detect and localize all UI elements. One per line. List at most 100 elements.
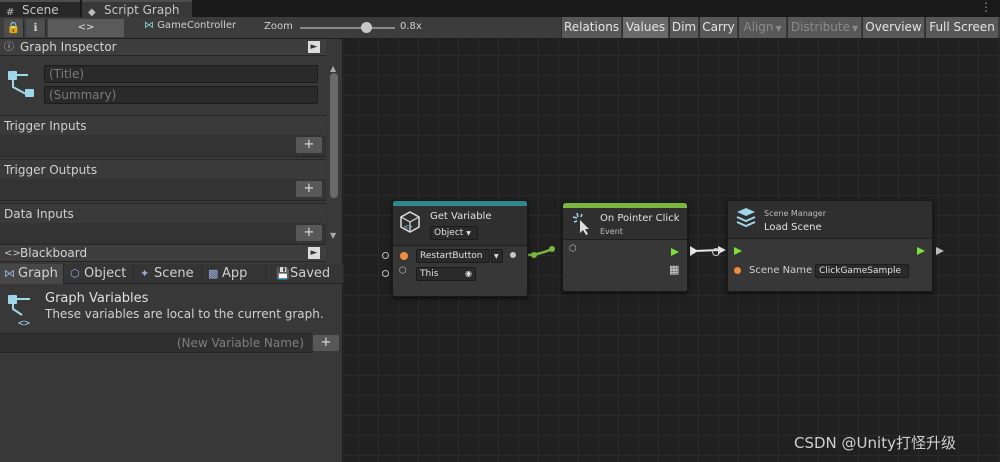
code-icon: <> [4,248,21,259]
control-input-port[interactable] [734,247,742,255]
blackboard-tabs: ⋈ Graph ⬡ Object ✦ Scene ▩ App 💾 Saved [0,264,343,284]
add-trigger-output-button[interactable]: + [296,181,322,197]
info-icon[interactable]: ℹ [26,19,46,37]
svg-text:<>: <> [404,223,412,231]
node-get-variable[interactable]: <> Get Variable Object ▼ RestartButton ▼… [392,200,528,297]
node-load-scene[interactable]: Scene Manager Load Scene Scene Name Clic… [727,200,933,292]
object-port-icon[interactable] [400,252,408,260]
inspector-scroll-thumb[interactable] [330,73,338,198]
connection-knot [549,246,555,252]
tab-scene[interactable]: ✦ Scene [136,264,202,284]
title-field[interactable]: (Title) [44,65,318,83]
tab-scene-label: Scene [22,3,59,17]
summary-field[interactable]: (Summary) [44,86,318,104]
node-title: Load Scene [764,222,822,233]
control-output-port[interactable] [936,247,944,255]
node-subtitle: Scene Manager [764,209,826,218]
graph-canvas[interactable]: <> Get Variable Object ▼ RestartButton ▼… [344,39,1000,462]
zoom-label: Zoom [264,21,293,32]
node-header: <> Get Variable Object ▼ [393,206,527,246]
object-name: GameController [157,20,237,31]
scene-icon: ✦ [140,267,150,280]
node-on-pointer-click[interactable]: On Pointer Click Event ⬡ ▦ [562,202,688,292]
target-field[interactable]: This ◉ [416,267,476,281]
node-title: Get Variable [430,211,492,222]
control-output-port[interactable] [917,247,925,255]
chevron-down-icon: ▼ [466,230,471,237]
variable-kind: Object [434,228,464,238]
scroll-down-icon[interactable]: ▼ [330,231,336,240]
full-screen-button[interactable]: Full Screen [925,17,998,38]
node-subtitle: Event [600,227,623,236]
align-dropdown[interactable]: Align ▼ [738,17,786,38]
code-icon[interactable]: <> [48,19,124,37]
tab-scene-label: Scene [154,266,194,281]
more-options-icon[interactable]: ⋮ [980,0,992,14]
new-variable-input[interactable]: (New Variable Name) [0,333,312,353]
app-icon: ▩ [208,267,219,280]
cube-icon: ⬡ [399,266,407,276]
tab-graph[interactable]: ⋈ Graph [0,264,64,284]
values-button[interactable]: Values [622,17,668,38]
value-output-port[interactable] [510,252,516,258]
overview-button[interactable]: Overview [862,17,924,38]
connection-knot [531,252,537,258]
scene-name-label: Scene Name [749,265,813,276]
tab-saved[interactable]: 💾 Saved [272,264,342,284]
dock-icon[interactable]: ► [308,247,320,259]
data-inputs-body: + [0,223,326,245]
variable-name-field[interactable]: RestartButton [416,249,490,263]
target-input-port[interactable] [382,270,389,277]
watermark: CSDN @Unity打怪升级 [794,434,956,452]
tab-app[interactable]: ▩ App [204,264,266,284]
chevron-down-icon: ▼ [775,24,782,33]
trigger-outputs-body: + [0,179,326,201]
pointer-click-icon [572,212,589,235]
graph-variables-title: Graph Variables [45,291,149,306]
zoom-slider-track[interactable] [300,27,395,29]
cube-icon: ⬡ [70,267,80,280]
dim-button[interactable]: Dim [669,17,698,38]
scroll-up-icon[interactable]: ▲ [330,64,336,73]
add-data-input-button[interactable]: + [296,225,322,241]
graph-toolbar: 🔒 ℹ <> ⋈ GameController Zoom 0.8x Relati… [0,17,1000,39]
control-output-port[interactable] [671,248,679,256]
zoom-slider-thumb[interactable] [361,22,372,33]
tab-object[interactable]: ⬡ Object [66,264,134,284]
target-value: This [420,269,439,279]
scene-manager-icon [736,208,756,228]
graph-inspector-header: ⓘ Graph Inspector ► [0,39,326,56]
tab-script-graph-label: Script Graph [104,3,180,17]
name-input-port[interactable] [382,252,389,259]
target-picker-icon[interactable]: ◉ [465,268,472,280]
data-inputs-section[interactable]: Data Inputs [0,203,326,223]
add-variable-button[interactable]: + [313,335,339,351]
svg-text:<>: <> [18,318,30,329]
node-header: Scene Manager Load Scene [728,201,932,239]
distribute-dropdown[interactable]: Distribute ▼ [787,17,861,38]
editor-tab-bar: # Scene ◆ Script Graph ⋮ [0,0,1000,18]
chevron-down-icon: ▼ [494,253,499,260]
dock-icon[interactable]: ► [308,41,320,53]
tab-script-graph[interactable]: ◆ Script Graph [82,0,192,18]
variable-kind-dropdown[interactable]: Object ▼ [430,226,478,240]
graph-inspector-title: Graph Inspector [20,40,117,54]
trigger-outputs-section[interactable]: Trigger Outputs [0,159,326,179]
tab-saved-label: Saved [290,266,331,281]
string-port-icon[interactable] [734,267,741,274]
align-label: Align [743,20,774,34]
carry-button[interactable]: Carry [699,17,737,38]
distribute-label: Distribute [790,20,850,34]
add-trigger-input-button[interactable]: + [296,137,322,153]
relations-button[interactable]: Relations [561,17,621,38]
scene-name-field[interactable]: ClickGameSample [815,264,909,278]
graph-icon: ⋈ [144,20,154,31]
lock-icon[interactable]: 🔒 [4,19,24,37]
variable-name-dropdown[interactable]: ▼ [491,249,503,263]
cube-icon: ⬡ [569,244,577,254]
tab-scene[interactable]: # Scene [0,0,80,18]
trigger-inputs-section[interactable]: Trigger Inputs [0,115,326,135]
left-panel: ⓘ Graph Inspector ► (Title) (Summary) Tr… [0,39,343,462]
save-icon: 💾 [276,267,290,280]
tab-graph-label: Graph [18,266,58,281]
